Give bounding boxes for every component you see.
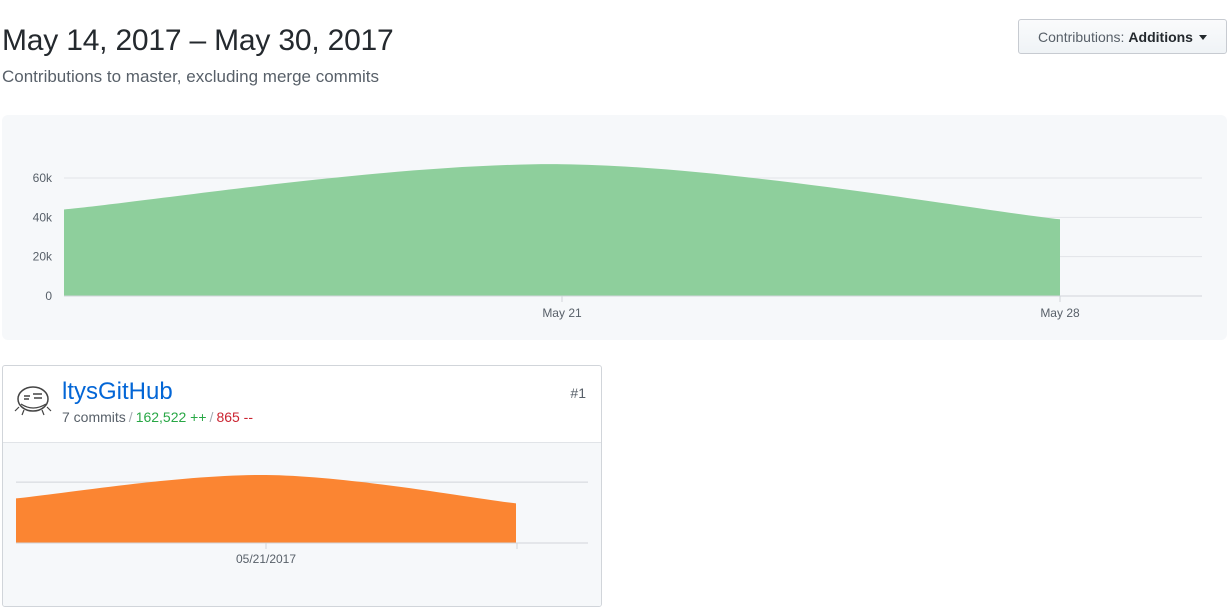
- commit-count-link[interactable]: 7 commits: [62, 409, 126, 425]
- contributions-select-label: Contributions:: [1038, 28, 1125, 45]
- contributions-graph: 60k 40k 20k 0 May 21 May 28: [2, 115, 1227, 340]
- contributor-area: [16, 474, 516, 543]
- deletions-count: 865 --: [216, 409, 254, 425]
- additions-count: 162,522 ++: [135, 409, 207, 425]
- page-title: May 14, 2017 – May 30, 2017: [2, 24, 394, 57]
- contributions-chart-svg: 60k 40k 20k 0 May 21 May 28: [33, 164, 1202, 320]
- x-tick-label: May 21: [542, 306, 582, 320]
- x-tick-label: May 28: [1040, 306, 1080, 320]
- contributor-graph: 05/21/2017: [3, 443, 601, 606]
- stats-separator: /: [128, 409, 133, 425]
- y-tick-label: 0: [45, 289, 52, 303]
- contributor-header: ltysGitHub 7 commits/162,522 ++/865 -- #…: [3, 366, 601, 443]
- contributor-chart-svg: 05/21/2017: [16, 474, 588, 566]
- contributions-select-value: Additions: [1128, 28, 1193, 45]
- page-subtitle: Contributions to master, excluding merge…: [2, 67, 379, 86]
- avatar-icon[interactable]: [13, 379, 53, 419]
- y-tick-label: 40k: [33, 210, 53, 224]
- x-tick-label: 05/21/2017: [236, 552, 296, 566]
- caret-down-icon: [1198, 35, 1207, 40]
- contributor-stats: 7 commits/162,522 ++/865 --: [62, 409, 253, 425]
- y-tick-label: 60k: [33, 171, 53, 185]
- contributor-rank: #1: [570, 385, 586, 401]
- contributions-select-button[interactable]: Contributions: Additions: [1018, 19, 1227, 54]
- contributions-area: [64, 164, 1060, 296]
- contributor-card: ltysGitHub 7 commits/162,522 ++/865 -- #…: [2, 365, 602, 607]
- contributor-username-link[interactable]: ltysGitHub: [62, 378, 173, 406]
- stats-separator: /: [209, 409, 214, 425]
- y-tick-label: 20k: [33, 250, 53, 264]
